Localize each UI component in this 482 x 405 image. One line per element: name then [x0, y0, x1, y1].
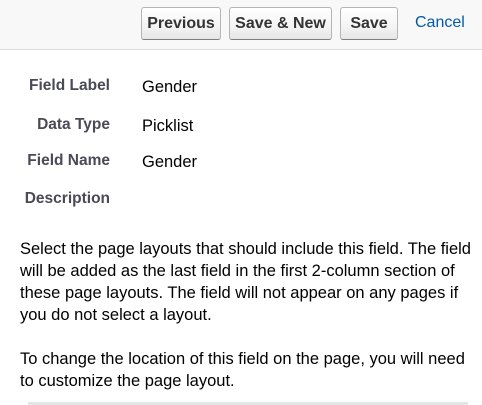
field-label-row: Field Label Gender [0, 77, 482, 99]
save-button[interactable]: Save [340, 7, 398, 40]
instructions-paragraph-location: To change the location of this field on … [20, 350, 465, 390]
previous-button[interactable]: Previous [141, 7, 221, 40]
cancel-link[interactable]: Cancel [415, 14, 465, 32]
layout-instructions: Select the page layouts that should incl… [20, 238, 475, 392]
field-name-row: Field Name Gender [0, 152, 482, 174]
field-name-value: Gender [142, 153, 198, 171]
field-label-value: Gender [142, 78, 198, 96]
description-row: Description [0, 190, 482, 212]
field-name-label: Field Name [27, 152, 110, 169]
description-label: Description [24, 190, 110, 207]
field-layout-step: Previous Save & New Save Cancel Field La… [0, 0, 482, 405]
save-and-new-button[interactable]: Save & New [229, 7, 332, 40]
button-bar: Previous Save & New Save Cancel [0, 0, 482, 50]
field-label-label: Field Label [29, 77, 110, 94]
data-type-label: Data Type [37, 116, 110, 133]
instructions-paragraph-layouts: Select the page layouts that should incl… [20, 240, 471, 324]
data-type-value: Picklist [142, 117, 194, 135]
data-type-row: Data Type Picklist [0, 116, 482, 138]
